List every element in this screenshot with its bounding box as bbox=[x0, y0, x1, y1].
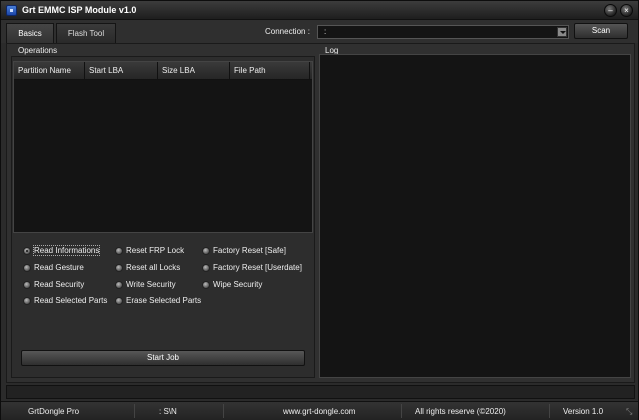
connection-select[interactable]: : bbox=[317, 25, 569, 39]
option-label: Factory Reset [Safe] bbox=[213, 246, 286, 255]
option-label: Wipe Security bbox=[213, 280, 263, 289]
column-size-lba[interactable]: Size LBA bbox=[158, 62, 230, 80]
status-divider bbox=[223, 404, 224, 418]
radio-icon bbox=[115, 297, 123, 305]
option-label: Write Security bbox=[126, 280, 176, 289]
option-label: Erase Selected Parts bbox=[126, 296, 202, 305]
status-divider bbox=[549, 404, 550, 418]
option-label: Reset all Locks bbox=[126, 263, 181, 272]
title-bar: Grt EMMC ISP Module v1.0 – × bbox=[1, 1, 638, 20]
radio-icon bbox=[202, 247, 210, 255]
close-button[interactable]: × bbox=[620, 4, 633, 17]
radio-icon bbox=[202, 264, 210, 272]
option-label: Read Selected Parts bbox=[34, 296, 108, 305]
radio-icon bbox=[115, 264, 123, 272]
table-header: Partition Name Start LBA Size LBA File P… bbox=[14, 62, 312, 80]
minimize-button[interactable]: – bbox=[604, 4, 617, 17]
chevron-down-icon[interactable] bbox=[557, 27, 567, 37]
radio-icon bbox=[115, 247, 123, 255]
radio-icon bbox=[23, 264, 31, 272]
progress-bar bbox=[6, 385, 635, 399]
column-file-path[interactable]: File Path bbox=[230, 62, 310, 80]
window-title: Grt EMMC ISP Module v1.0 bbox=[22, 5, 137, 15]
radio-icon bbox=[115, 281, 123, 289]
column-partition-name[interactable]: Partition Name bbox=[14, 62, 85, 80]
option-label: Read Gesture bbox=[34, 263, 84, 272]
status-divider bbox=[134, 404, 135, 418]
column-start-lba[interactable]: Start LBA bbox=[85, 62, 158, 80]
option-label: Read Security bbox=[34, 280, 85, 289]
radio-icon bbox=[202, 281, 210, 289]
radio-icon bbox=[23, 281, 31, 289]
option-label: Read Informations bbox=[32, 245, 101, 256]
status-version: Version 1.0 bbox=[563, 407, 604, 416]
resize-grip-icon[interactable]: ⤡ bbox=[626, 407, 635, 416]
operations-label: Operations bbox=[18, 46, 58, 55]
tab-flash-tool[interactable]: Flash Tool bbox=[56, 23, 116, 43]
status-app-name: GrtDongle Pro bbox=[28, 407, 80, 416]
start-job-button[interactable]: Start Job bbox=[21, 350, 305, 366]
log-output[interactable] bbox=[319, 54, 631, 378]
status-website: www.grt-dongle.com bbox=[283, 407, 356, 416]
option-label: Reset FRP Lock bbox=[126, 246, 185, 255]
status-rights: All rights reserve (©2020) bbox=[415, 407, 506, 416]
status-bar: GrtDongle Pro : S\N www.grt-dongle.com A… bbox=[1, 401, 638, 420]
app-window: Grt EMMC ISP Module v1.0 – × Basics Flas… bbox=[0, 0, 639, 420]
connection-label: Connection : bbox=[265, 27, 310, 36]
scan-button[interactable]: Scan bbox=[574, 23, 628, 39]
radio-selected-icon bbox=[23, 247, 31, 255]
app-logo-icon bbox=[6, 5, 17, 16]
partition-table[interactable]: Partition Name Start LBA Size LBA File P… bbox=[13, 61, 313, 233]
connection-value: : bbox=[324, 27, 327, 36]
radio-icon bbox=[23, 297, 31, 305]
status-divider bbox=[401, 404, 402, 418]
tab-basics[interactable]: Basics bbox=[6, 23, 54, 43]
option-label: Factory Reset [Userdate] bbox=[213, 263, 302, 272]
status-port: : S\N bbox=[159, 407, 177, 416]
